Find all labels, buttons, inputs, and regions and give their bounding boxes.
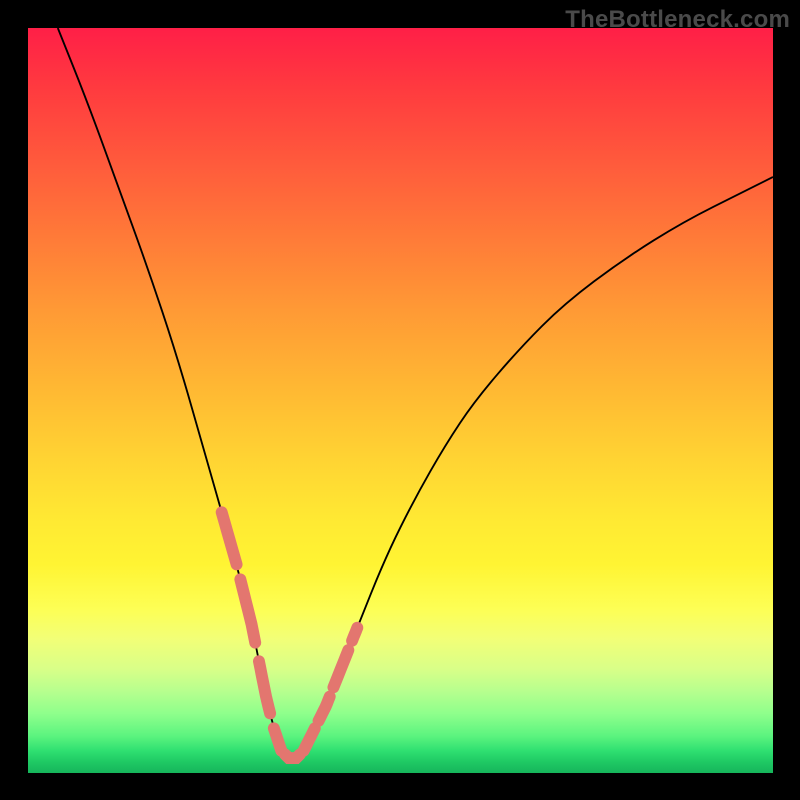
highlight-segment — [304, 728, 315, 750]
highlight-segment — [259, 661, 270, 713]
highlight-segment — [222, 512, 237, 564]
highlight-segment — [352, 628, 357, 641]
highlight-segment — [285, 754, 300, 758]
highlight-segment — [319, 697, 330, 721]
highlight-segment — [240, 579, 255, 642]
highlight-segment — [274, 728, 281, 750]
curve-svg — [28, 28, 773, 773]
highlight-segment — [333, 650, 348, 687]
chart-frame: TheBottleneck.com — [0, 0, 800, 800]
highlight-group — [222, 512, 358, 758]
main-curve-path — [58, 28, 773, 758]
watermark: TheBottleneck.com — [565, 6, 790, 34]
